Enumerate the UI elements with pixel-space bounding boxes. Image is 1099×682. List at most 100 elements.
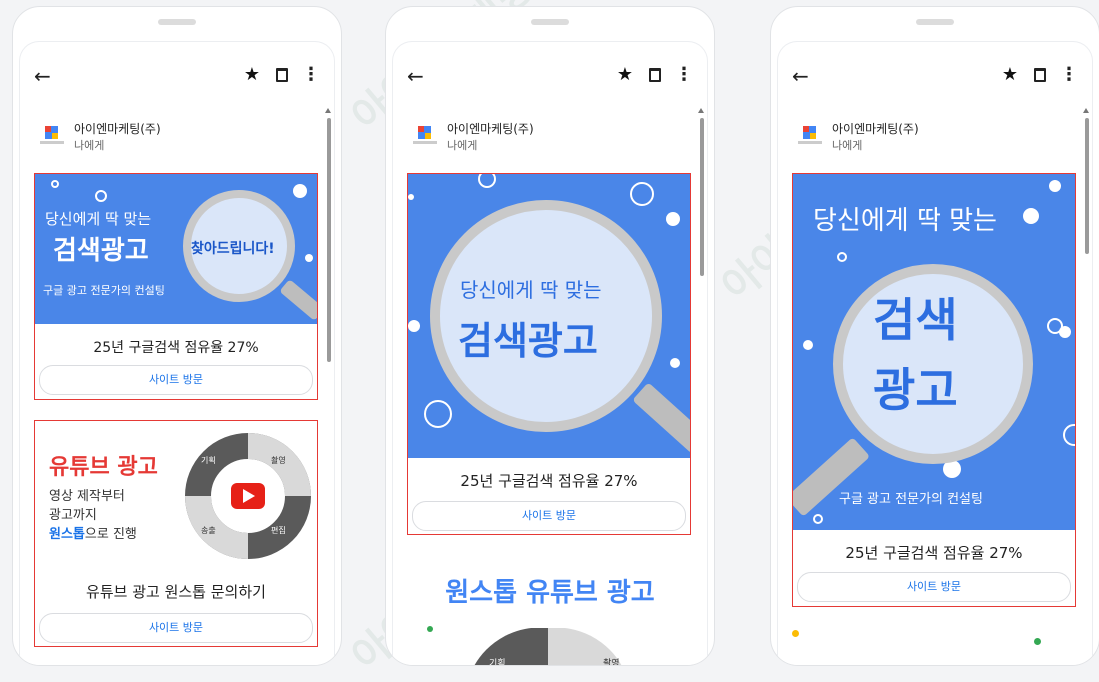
ring-label: 송출 xyxy=(201,526,216,535)
ad-banner-search[interactable]: 당신에게 딱 맞는 검색광고 찾아드립니다! 구글 광고 전문가의 컨설팅 xyxy=(35,174,317,324)
phone-notch xyxy=(531,19,569,25)
confetti-dot xyxy=(792,630,799,637)
ring-label: 편집 xyxy=(271,526,286,535)
ring-label: 기획 xyxy=(489,659,506,665)
visit-site-button[interactable]: 사이트 방문 xyxy=(412,501,686,531)
ad-card-youtube: 유튜브 광고 영상 제작부터 광고까지 원스톱으로 진행 기획 촬영 송출 편집 xyxy=(34,420,318,647)
bubble xyxy=(305,254,313,262)
ad-card-search: 당신에게 딱 맞는 검색광고 25년 구글검색 점유율 27% 사이트 방문 xyxy=(407,173,691,535)
back-arrow-icon[interactable]: ← xyxy=(792,64,809,88)
bubble xyxy=(803,340,813,350)
more-options-icon[interactable]: ⋮ xyxy=(302,64,320,85)
ad-body2: 광고까지 xyxy=(49,508,97,523)
ad-caption: 25년 구글검색 점유율 27% xyxy=(93,340,259,356)
back-arrow-icon[interactable]: ← xyxy=(34,64,51,88)
next-ad-heading: 원스톱 유튜브 광고 xyxy=(445,578,655,608)
scroll-up-icon[interactable] xyxy=(1083,108,1089,113)
ad-line2: 검색광고 xyxy=(458,319,598,363)
recipient-label: 나에게 xyxy=(74,139,105,152)
scrollbar[interactable] xyxy=(327,118,331,362)
ad-card-search: 당신에게 딱 맞는 검색광고 찾아드립니다! 구글 광고 전문가의 컨설팅 25… xyxy=(34,173,318,400)
ad-body3-blue: 원스톱 xyxy=(49,527,85,542)
ring-label: 촬영 xyxy=(603,659,620,665)
sender-name: 아이엔마케팅(주) xyxy=(447,122,534,136)
recipient-label: 나에게 xyxy=(832,139,863,152)
magnifier-handle xyxy=(279,279,317,321)
email-toolbar: ← ★ ⋮ xyxy=(393,62,707,92)
bubble xyxy=(1023,208,1039,224)
sender-logo xyxy=(798,126,822,150)
ad-line3: 구글 광고 전문가의 컨설팅 xyxy=(43,284,165,297)
ad-lens-text: 찾아드립니다! xyxy=(191,241,275,257)
scroll-up-icon[interactable] xyxy=(698,108,704,113)
ad-title: 유튜브 광고 xyxy=(49,455,158,480)
star-icon[interactable]: ★ xyxy=(244,64,260,85)
visit-site-button[interactable]: 사이트 방문 xyxy=(39,613,313,643)
phone-notch xyxy=(158,19,196,25)
phone-frame-3: ← ★ ⋮ 아이엔마케팅(주) 나에게 당신에게 딱 맞는 검색 광고 구글 광… xyxy=(770,6,1099,666)
recipient-label: 나에게 xyxy=(447,139,478,152)
more-options-icon[interactable]: ⋮ xyxy=(1060,64,1078,85)
visit-site-button[interactable]: 사이트 방문 xyxy=(39,365,313,395)
ad-body3: 원스톱으로 진행 xyxy=(49,523,137,542)
sender-name: 아이엔마케팅(주) xyxy=(74,122,161,136)
visit-site-button[interactable]: 사이트 방문 xyxy=(797,572,1071,602)
ad-caption: 유튜브 광고 원스톱 문의하기 xyxy=(86,583,266,601)
sender-logo xyxy=(40,126,64,150)
email-toolbar: ← ★ ⋮ xyxy=(778,62,1092,92)
confetti-dot xyxy=(427,626,433,632)
phone-frame-1: ← ★ ⋮ 아이엔마케팅(주) 나에게 당신에게 딱 맞는 검색광고 찾아드립니… xyxy=(12,6,342,666)
bubble xyxy=(293,184,307,198)
ad-line2b: 광고 xyxy=(873,363,958,417)
email-screen: ← ★ ⋮ 아이엔마케팅(주) 나에게 당신에게 딱 맞는 검색광고 25년 구… xyxy=(392,41,708,665)
ad-line2: 검색광고 xyxy=(53,236,149,266)
email-screen: ← ★ ⋮ 아이엔마케팅(주) 나에게 당신에게 딱 맞는 검색광고 찾아드립니… xyxy=(19,41,335,665)
bubble xyxy=(1049,180,1061,192)
bubble xyxy=(1063,424,1075,446)
ad-body3-rest: 으로 진행 xyxy=(84,527,137,542)
ring-label: 촬영 xyxy=(271,456,286,465)
bubble xyxy=(408,320,420,332)
confetti-dot xyxy=(1034,638,1041,645)
ad-line1: 당신에게 딱 맞는 xyxy=(45,210,152,228)
ad-banner-search[interactable]: 당신에게 딱 맞는 검색 광고 구글 광고 전문가의 컨설팅 xyxy=(793,174,1075,530)
star-icon[interactable]: ★ xyxy=(1002,64,1018,85)
ad-card-search: 당신에게 딱 맞는 검색 광고 구글 광고 전문가의 컨설팅 25년 구글검색 … xyxy=(792,173,1076,607)
ad-line1: 당신에게 딱 맞는 xyxy=(460,278,602,302)
bubble xyxy=(478,174,496,188)
sender-name: 아이엔마케팅(주) xyxy=(832,122,919,136)
process-ring-graphic xyxy=(185,433,311,559)
bubble xyxy=(1059,326,1071,338)
bubble xyxy=(813,514,823,524)
bubble xyxy=(630,182,654,206)
ad-caption: 25년 구글검색 점유율 27% xyxy=(845,544,1023,562)
back-arrow-icon[interactable]: ← xyxy=(407,64,424,88)
sender-logo xyxy=(413,126,437,150)
trash-icon[interactable] xyxy=(276,68,288,82)
bubble xyxy=(424,400,452,428)
bubble xyxy=(51,180,59,188)
scrollbar[interactable] xyxy=(700,118,704,276)
email-toolbar: ← ★ ⋮ xyxy=(20,62,334,92)
more-options-icon[interactable]: ⋮ xyxy=(675,64,693,85)
ad-line3: 구글 광고 전문가의 컨설팅 xyxy=(839,492,983,507)
ring-label: 기획 xyxy=(201,456,216,465)
phone-notch xyxy=(916,19,954,25)
ad-banner-youtube[interactable]: 유튜브 광고 영상 제작부터 광고까지 원스톱으로 진행 기획 촬영 송출 편집 xyxy=(35,421,317,571)
ad-banner-search[interactable]: 당신에게 딱 맞는 검색광고 xyxy=(408,174,690,458)
magnifier-handle xyxy=(632,382,690,454)
star-icon[interactable]: ★ xyxy=(617,64,633,85)
phone-frame-2: ← ★ ⋮ 아이엔마케팅(주) 나에게 당신에게 딱 맞는 검색광고 25년 구… xyxy=(385,6,715,666)
trash-icon[interactable] xyxy=(649,68,661,82)
scroll-up-icon[interactable] xyxy=(325,108,331,113)
scrollbar[interactable] xyxy=(1085,118,1089,254)
bubble xyxy=(95,190,107,202)
bubble xyxy=(670,358,680,368)
ad-body1: 영상 제작부터 xyxy=(49,489,125,504)
ad-line2a: 검색 xyxy=(873,293,958,347)
trash-icon[interactable] xyxy=(1034,68,1046,82)
bubble xyxy=(837,252,847,262)
bubble xyxy=(666,212,680,226)
bubble xyxy=(408,194,414,200)
email-screen: ← ★ ⋮ 아이엔마케팅(주) 나에게 당신에게 딱 맞는 검색 광고 구글 광… xyxy=(777,41,1093,665)
